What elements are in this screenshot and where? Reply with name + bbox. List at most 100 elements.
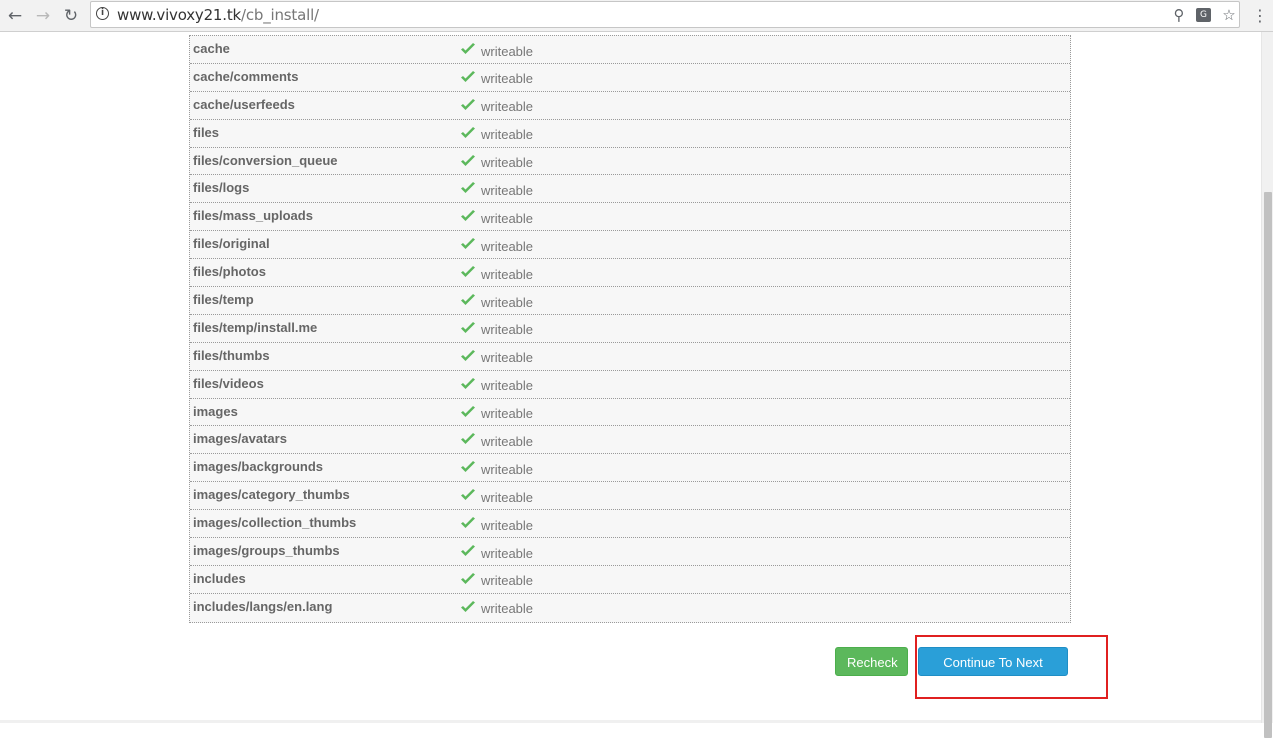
checkmark-icon <box>461 489 475 501</box>
address-bar[interactable]: i www.vivoxy21.tk/cb_install/ ⚲ G ☆ <box>90 1 1240 28</box>
table-row: files/temp/install.me writeable <box>190 315 1070 343</box>
status-cell: writeable <box>460 206 533 230</box>
table-row: images/groups_thumbs writeable <box>190 538 1070 566</box>
status-cell: writeable <box>460 262 533 286</box>
forward-arrow-icon[interactable]: → <box>32 5 54 27</box>
table-row: images writeable <box>190 399 1070 427</box>
checkmark-icon <box>461 349 475 361</box>
status-text: writeable <box>481 99 534 115</box>
status-text: writeable <box>481 127 534 143</box>
table-row: images/collection_thumbs writeable <box>190 510 1070 539</box>
status-text: writeable <box>481 573 534 589</box>
folder-path: includes <box>193 570 246 586</box>
back-arrow-icon[interactable]: ← <box>4 5 26 27</box>
checkmark-icon <box>461 238 475 250</box>
folder-path: images/category_thumbs <box>193 487 350 503</box>
vertical-scrollbar[interactable] <box>1261 32 1273 738</box>
status-cell: writeable <box>460 513 533 537</box>
status-cell: writeable <box>460 234 533 258</box>
folder-path: images/collection_thumbs <box>193 515 357 531</box>
checkmark-icon <box>461 545 475 557</box>
star-icon[interactable]: ☆ <box>1219 5 1239 25</box>
table-row: images/backgrounds writeable <box>190 454 1070 483</box>
table-row: includes writeable <box>190 566 1070 594</box>
status-cell: writeable <box>460 374 533 398</box>
status-cell: writeable <box>460 123 533 147</box>
checkmark-icon <box>461 572 475 584</box>
checkmark-icon <box>461 377 475 389</box>
url-host: www.vivoxy21.tk <box>117 6 242 24</box>
url-path: /cb_install/ <box>241 6 319 24</box>
table-row: files/videos writeable <box>190 371 1070 399</box>
status-text: writeable <box>481 378 534 394</box>
folder-path: images/backgrounds <box>193 459 324 475</box>
checkmark-icon <box>461 433 475 445</box>
status-text: writeable <box>481 461 534 477</box>
folder-path: cache/comments <box>193 68 299 84</box>
checkmark-icon <box>461 126 475 138</box>
checkmark-icon <box>461 321 475 333</box>
checkmark-icon <box>461 266 475 278</box>
folder-path: images/groups_thumbs <box>193 543 340 559</box>
table-row: files/logs writeable <box>190 175 1070 204</box>
status-text: writeable <box>481 182 534 198</box>
folder-path: files/original <box>193 236 270 252</box>
table-row: cache/comments writeable <box>190 64 1070 92</box>
checkmark-icon <box>461 210 475 222</box>
table-row: files/mass_uploads writeable <box>190 203 1070 232</box>
browser-toolbar: ← → ↻ i www.vivoxy21.tk/cb_install/ ⚲ G … <box>0 0 1273 32</box>
folder-path: files/conversion_queue <box>193 152 338 168</box>
checkmark-icon <box>461 182 475 194</box>
checkmark-icon <box>461 70 475 82</box>
status-text: writeable <box>481 489 534 505</box>
status-cell: writeable <box>460 39 533 63</box>
status-cell: writeable <box>460 318 533 342</box>
checkmark-icon <box>461 405 475 417</box>
status-text: writeable <box>481 155 534 171</box>
status-cell: writeable <box>460 457 533 481</box>
status-cell: writeable <box>460 346 533 370</box>
translate-icon[interactable]: G <box>1196 8 1211 22</box>
status-text: writeable <box>481 517 534 533</box>
recheck-button[interactable]: Recheck <box>835 647 908 676</box>
checkmark-icon <box>461 154 475 166</box>
folder-path: files/videos <box>193 375 264 391</box>
table-row: files/thumbs writeable <box>190 343 1070 371</box>
status-text: writeable <box>481 433 534 449</box>
menu-dots-icon[interactable]: ⋮ <box>1252 5 1268 27</box>
table-row: files writeable <box>190 120 1070 148</box>
status-text: writeable <box>481 210 534 226</box>
folder-path: files/photos <box>193 264 266 280</box>
permissions-table: cache writeable cache/comments writeable cac… <box>189 35 1071 623</box>
checkmark-icon <box>461 294 475 306</box>
table-row: cache writeable <box>190 36 1070 64</box>
folder-path: includes/langs/en.lang <box>193 598 333 614</box>
checkmark-icon <box>461 517 475 529</box>
status-text: writeable <box>481 601 534 617</box>
folder-path: files/logs <box>193 180 250 196</box>
table-row: images/category_thumbs writeable <box>190 482 1070 511</box>
status-cell: writeable <box>460 95 533 119</box>
scrollbar-thumb[interactable] <box>1264 192 1272 738</box>
status-cell: writeable <box>460 597 533 621</box>
status-cell: writeable <box>460 429 533 453</box>
status-text: writeable <box>481 294 534 310</box>
continue-to-next-step-button[interactable]: Continue To Next Step <box>918 647 1068 699</box>
status-cell: writeable <box>460 290 533 314</box>
status-text: writeable <box>481 406 534 422</box>
folder-path: cache/userfeeds <box>193 96 295 112</box>
zoom-icon[interactable]: ⚲ <box>1169 5 1189 25</box>
checkmark-icon <box>461 461 475 473</box>
info-icon[interactable]: i <box>96 7 109 20</box>
table-row: files/conversion_queue writeable <box>190 148 1070 176</box>
folder-path: files <box>193 124 220 140</box>
table-row: cache/userfeeds writeable <box>190 92 1070 120</box>
status-text: writeable <box>481 71 534 87</box>
table-row: images/avatars writeable <box>190 426 1070 455</box>
folder-path: images <box>193 403 238 419</box>
status-text: writeable <box>481 266 534 282</box>
url-text[interactable]: www.vivoxy21.tk/cb_install/ <box>117 6 319 24</box>
reload-icon[interactable]: ↻ <box>60 5 82 27</box>
folder-path: images/avatars <box>193 431 287 447</box>
status-text: writeable <box>481 545 534 561</box>
